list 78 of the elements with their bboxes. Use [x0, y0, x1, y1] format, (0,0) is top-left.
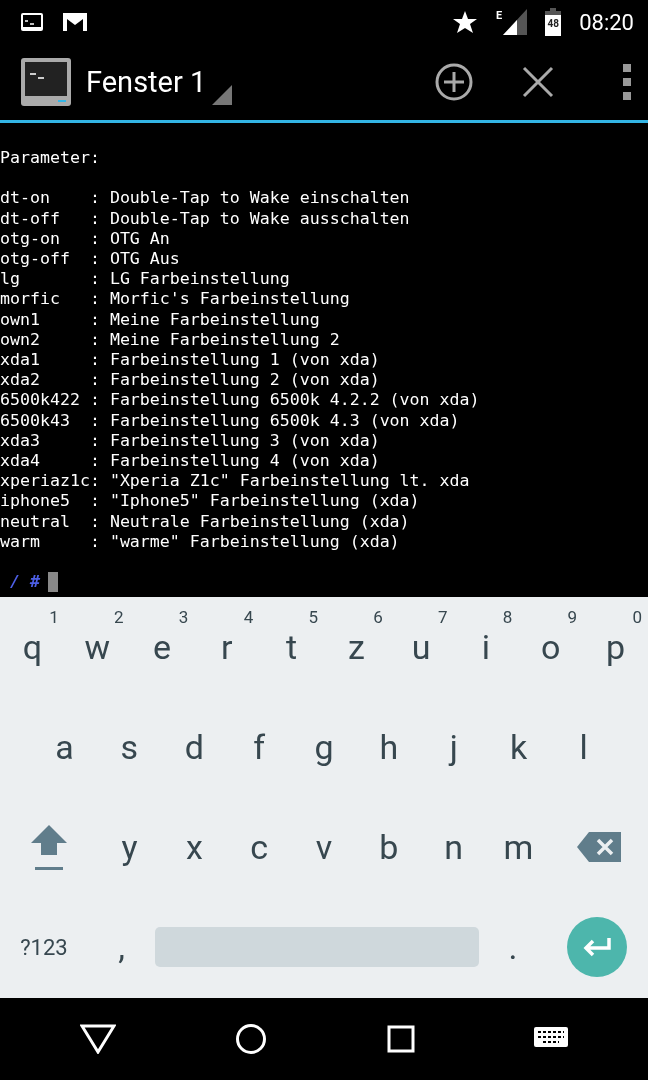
keyboard-key[interactable]: m: [486, 797, 551, 897]
terminal-line: dt-on : Double-Tap to Wake einschalten: [0, 188, 410, 209]
keyboard-key[interactable]: l: [551, 697, 616, 797]
keyboard-key[interactable]: o 9: [518, 597, 584, 697]
keyboard-key[interactable]: e 3: [129, 597, 195, 697]
terminal-line: otg-off : OTG Aus: [0, 249, 180, 270]
network-type: E: [496, 9, 503, 22]
clock: 08:20: [579, 9, 634, 35]
key-hint: 9: [567, 607, 578, 627]
terminal-line: otg-on : OTG An: [0, 228, 170, 249]
key-hint: 7: [438, 607, 448, 627]
terminal-line: xda1 : Farbeinstellung 1 (von xda): [0, 350, 380, 371]
keyboard-key[interactable]: f: [226, 697, 292, 797]
terminal-line: own1 : Meine Farbeinstellung: [0, 309, 320, 330]
backspace-key-icon[interactable]: [577, 832, 622, 862]
keyboard-key[interactable]: ,: [87, 897, 156, 997]
key-hint: 6: [373, 607, 383, 627]
symbols-key[interactable]: ?123: [0, 897, 88, 997]
key-hint: 0: [632, 607, 642, 627]
keyboard-key[interactable]: p 0: [583, 597, 648, 697]
keyboard-key[interactable]: d: [161, 697, 227, 797]
keyboard-key[interactable]: c: [226, 797, 292, 897]
add-icon[interactable]: [434, 62, 474, 102]
recents-icon[interactable]: [386, 1025, 415, 1053]
terminal-line: Parameter:: [0, 148, 100, 169]
keyboard-key[interactable]: z 6: [324, 597, 389, 697]
terminal-line: xperiaz1c: "Xperia Z1c" Farbeinstellung lt. xda: [0, 471, 470, 492]
signal-icon: [503, 9, 528, 35]
terminal-line: lg : LG Farbeinstellung: [0, 269, 290, 290]
keyboard-key[interactable]: y: [97, 797, 162, 897]
terminal-line: 6500k422 : Farbeinstellung 6500k 4.2.2 (von xda): [0, 390, 480, 411]
keyboard-key[interactable]: a: [32, 697, 97, 797]
keyboard-key[interactable]: i 8: [453, 597, 519, 697]
key-hint: 1: [49, 607, 59, 627]
terminal-line: iphone5 : "Iphone5" Farbeinstellung (xda): [0, 491, 420, 512]
keyboard-key[interactable]: x: [162, 797, 227, 897]
keyboard-key[interactable]: v: [291, 797, 357, 897]
key-hint: 4: [243, 607, 254, 627]
keyboard-key[interactable]: b: [356, 797, 422, 897]
close-icon[interactable]: [522, 66, 554, 98]
keyboard-key[interactable]: g: [291, 697, 357, 797]
keyboard-key[interactable]: w 2: [64, 597, 130, 697]
keyboard-key[interactable]: s: [96, 697, 162, 797]
keyboard-key[interactable]: j: [421, 697, 487, 797]
back-icon[interactable]: [79, 1024, 116, 1054]
shell-prompt: / #: [10, 572, 40, 593]
terminal-line: xda3 : Farbeinstellung 3 (von xda): [0, 430, 380, 452]
battery-level: 48: [545, 18, 562, 30]
key-hint: 5: [308, 607, 318, 627]
keyboard-key[interactable]: n: [421, 797, 486, 897]
terminal-line: xda2 : Farbeinstellung 2 (von xda): [0, 370, 380, 391]
keyboard-key[interactable]: r 4: [194, 597, 260, 697]
window-title[interactable]: Fenster 1: [86, 65, 207, 99]
terminal-app-icon[interactable]: [20, 56, 72, 108]
terminal-line: warm : "warme" Farbeinstellung (xda): [0, 531, 400, 553]
home-icon[interactable]: [235, 1023, 268, 1055]
overflow-menu-icon[interactable]: [622, 64, 632, 100]
keyboard-key[interactable]: u 7: [388, 597, 454, 697]
terminal-line: dt-off : Double-Tap to Wake ausschalten: [0, 208, 410, 229]
keyboard-key[interactable]: q 1: [0, 597, 65, 697]
terminal-line: xda4 : Farbeinstellung 4 (von xda): [0, 451, 380, 472]
keyboard-key[interactable]: k: [486, 697, 552, 797]
terminal-app-icon: [20, 12, 44, 32]
terminal-line: morfic : Morfic's Farbeinstellung: [0, 289, 350, 310]
text-cursor: [48, 572, 58, 593]
dropdown-icon[interactable]: [212, 85, 233, 105]
terminal-line: own2 : Meine Farbeinstellung 2: [0, 329, 340, 350]
key-hint: 2: [114, 607, 124, 627]
terminal-line: neutral : Neutrale Farbeinstellung (xda): [0, 511, 410, 532]
key-hint: 8: [502, 607, 513, 627]
enter-icon: [581, 936, 614, 958]
star-icon: [452, 10, 478, 34]
keyboard-key[interactable]: t 5: [259, 597, 324, 697]
keyboard-key[interactable]: .: [479, 897, 547, 997]
key-hint: 3: [178, 607, 189, 627]
mail-icon: [62, 12, 88, 32]
keyboard-key[interactable]: h: [356, 697, 422, 797]
terminal-line: 6500k43 : Farbeinstellung 6500k 4.3 (von xda): [0, 410, 460, 431]
